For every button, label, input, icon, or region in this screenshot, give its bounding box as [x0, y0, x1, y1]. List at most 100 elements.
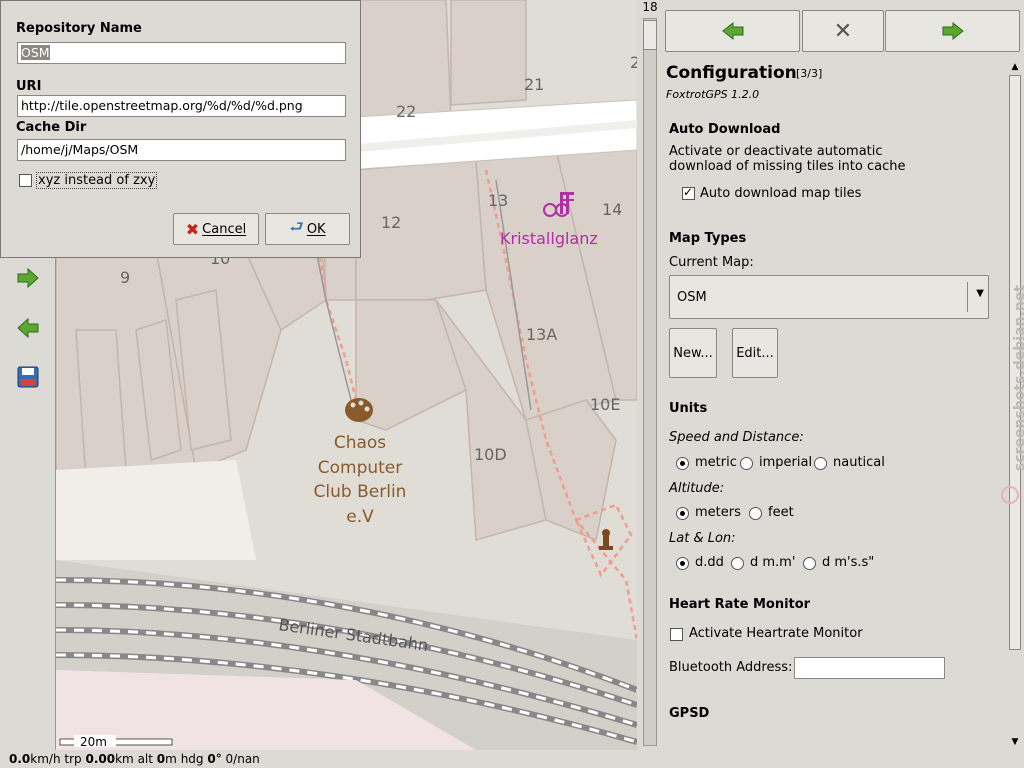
config-title: Configuration — [666, 63, 797, 83]
cancel-icon: ✖ — [185, 219, 200, 239]
speed-value: 0.0 — [9, 752, 31, 766]
xyz-checkbox[interactable] — [19, 174, 32, 187]
radio-metric[interactable] — [676, 457, 689, 470]
radio-imperial[interactable] — [740, 457, 753, 470]
bluetooth-address-label: Bluetooth Address: — [669, 660, 793, 675]
gpsd-title: GPSD — [669, 706, 710, 721]
scale-bar-label: 20m — [80, 735, 107, 749]
scroll-up-icon[interactable]: ▲ — [1008, 60, 1022, 74]
poi-label-ccc-line4: e.V — [346, 507, 374, 527]
heading-value: 0° — [207, 752, 222, 766]
auto-download-title: Auto Download — [669, 122, 781, 137]
zoom-trough[interactable] — [643, 18, 657, 746]
radio-d-ms[interactable] — [803, 557, 816, 570]
radio-feet[interactable] — [749, 507, 762, 520]
radio-feet-label: feet — [768, 505, 794, 520]
art-palette-icon[interactable] — [345, 398, 373, 422]
checkmark-icon: ✓ — [683, 185, 694, 199]
radio-metric-label: metric — [695, 455, 737, 470]
poi-label-kristallglanz: Kristallglanz — [500, 229, 598, 248]
zoom-level-label: 18 — [642, 0, 658, 14]
config-navigation: ✕ — [665, 10, 1020, 52]
bluetooth-address-input[interactable] — [794, 657, 945, 679]
status-bar: 0.0km/h trp 0.00km alt 0m hdg 0° 0/nan — [0, 750, 1024, 768]
house-number-10e: 10E — [590, 395, 620, 414]
config-page-indicator: [3/3] — [796, 67, 823, 80]
altitude-value: 0 — [156, 752, 166, 766]
scroll-down-icon[interactable]: ▼ — [1008, 735, 1022, 749]
current-map-label: Current Map: — [669, 255, 754, 270]
radio-d-mm[interactable] — [731, 557, 744, 570]
radio-d-ms-label: d m's.s" — [822, 555, 875, 570]
house-number-9: 9 — [120, 268, 130, 287]
auto-download-checkbox[interactable]: ✓ — [682, 185, 695, 200]
poi-label-ccc-line1: Chaos — [334, 433, 386, 453]
repo-name-label: Repository Name — [16, 21, 142, 36]
radio-meters[interactable] — [676, 507, 689, 520]
zoom-slider-handle[interactable] — [643, 20, 657, 50]
edit-map-button[interactable]: Edit... — [732, 328, 778, 378]
next-page-button[interactable] — [885, 10, 1020, 52]
radio-d-dd[interactable] — [676, 557, 689, 570]
house-number-2: 2 — [630, 53, 637, 72]
speed-unit: km/h — [30, 752, 61, 766]
radio-d-dd-label: d.dd — [695, 555, 724, 570]
auto-download-desc-1: Activate or deactivate automatic — [669, 144, 883, 159]
cancel-button[interactable]: ✖ Cancel — [173, 213, 259, 245]
watermark-logo-icon — [1001, 486, 1019, 504]
latlon-label: Lat & Lon: — [669, 531, 736, 546]
xyz-checkbox-label[interactable]: xyz instead of zxy — [36, 172, 158, 189]
save-icon[interactable] — [12, 361, 44, 393]
radio-nautical[interactable] — [814, 457, 827, 470]
auto-download-label: Auto download map tiles — [700, 186, 862, 201]
trip-unit: km — [115, 752, 134, 766]
trip-label: trp — [64, 752, 82, 766]
radio-imperial-label: imperial — [759, 455, 813, 470]
ok-button[interactable]: ⮐ OK — [265, 213, 350, 245]
house-number-22: 22 — [396, 102, 416, 121]
radio-d-mm-label: d m.m' — [750, 555, 796, 570]
ok-button-label: OK — [306, 221, 326, 237]
map-types-title: Map Types — [669, 231, 747, 246]
units-title: Units — [669, 401, 708, 416]
ok-icon: ⮐ — [289, 216, 304, 236]
house-number-12: 12 — [381, 213, 401, 232]
new-map-button[interactable]: New... — [669, 328, 717, 378]
close-button[interactable]: ✕ — [802, 10, 884, 52]
uri-label: URI — [16, 79, 42, 94]
app-version: FoxtrotGPS 1.2.0 — [666, 88, 760, 101]
repo-name-value: OSM — [21, 45, 50, 60]
house-number-10d: 10D — [474, 445, 507, 464]
back-arrow-icon — [721, 22, 743, 40]
heading-label: hdg — [180, 752, 204, 766]
forward-arrow-icon[interactable] — [12, 262, 44, 294]
house-number-21: 21 — [524, 75, 544, 94]
uri-input[interactable]: http://tile.openstreetmap.org/%d/%d/%d.p… — [17, 95, 346, 117]
back-arrow-icon[interactable] — [12, 312, 44, 344]
prev-page-button[interactable] — [665, 10, 800, 52]
repo-name-input[interactable]: OSM — [17, 42, 346, 64]
heartrate-checkbox[interactable] — [670, 628, 683, 641]
radio-meters-label: meters — [695, 505, 741, 520]
altitude-label: Altitude: — [669, 481, 725, 496]
poi-label-ccc-line2: Computer — [318, 458, 403, 478]
cache-dir-label: Cache Dir — [16, 120, 87, 135]
heartrate-checkbox-label: Activate Heartrate Monitor — [689, 626, 863, 641]
close-icon: ✕ — [833, 18, 853, 44]
heart-rate-title: Heart Rate Monitor — [669, 597, 811, 612]
watermark: screenshots.debian.net — [1012, 285, 1024, 471]
zoom-scrollbar[interactable]: 18 — [638, 0, 662, 750]
current-map-value: OSM — [677, 289, 707, 305]
forward-arrow-icon — [942, 22, 964, 40]
cache-dir-input[interactable]: /home/j/Maps/OSM — [17, 139, 346, 161]
radio-nautical-label: nautical — [833, 455, 885, 470]
house-number-13a: 13A — [526, 325, 557, 344]
auto-download-desc-2: download of missing tiles into cache — [669, 159, 906, 174]
status-extra: 0/nan — [225, 752, 260, 766]
cancel-button-label: Cancel — [202, 221, 247, 237]
current-map-select[interactable]: OSM ▼ — [669, 275, 989, 319]
house-number-13: 13 — [488, 191, 508, 210]
repository-dialog: Repository Name OSM URI http://tile.open… — [0, 0, 361, 258]
house-number-14: 14 — [602, 200, 622, 219]
altitude-label-status: alt — [137, 752, 153, 766]
